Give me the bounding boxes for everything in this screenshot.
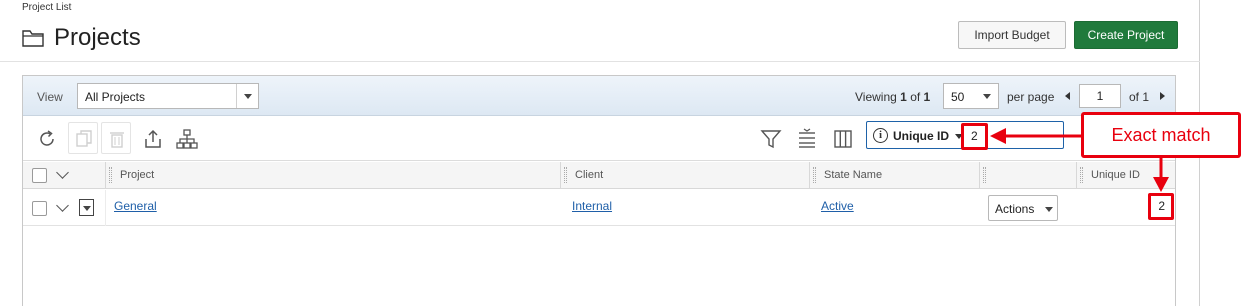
column-header-project[interactable]: Project — [105, 162, 560, 189]
columns-icon[interactable] — [831, 127, 855, 151]
chevron-down-icon[interactable] — [56, 199, 69, 212]
row-menu-button[interactable] — [79, 199, 94, 216]
filter-icon[interactable] — [759, 127, 783, 151]
folder-icon — [22, 30, 44, 47]
state-link[interactable]: Active — [821, 199, 854, 213]
row-divider — [105, 190, 106, 226]
view-select-arrow[interactable] — [236, 84, 258, 108]
per-page-label: per page — [1007, 90, 1055, 104]
next-page-icon[interactable] — [1160, 92, 1165, 100]
refresh-icon[interactable] — [35, 127, 59, 151]
column-header-client[interactable]: Client — [560, 162, 809, 189]
column-header-actions[interactable] — [979, 162, 1076, 189]
caret-down-icon — [83, 206, 91, 211]
filter-value-highlight — [961, 123, 988, 150]
breadcrumb[interactable]: Project List — [22, 2, 71, 13]
column-grip[interactable] — [564, 167, 567, 183]
table-row[interactable]: General Internal Active Actions 2 — [23, 190, 1175, 226]
column-header-unique-id-label: Unique ID — [1091, 169, 1140, 181]
view-select[interactable]: All Projects — [77, 83, 259, 109]
caret-down-icon — [1045, 207, 1053, 212]
unique-id-highlight — [1148, 193, 1174, 220]
page-number-input[interactable] — [1079, 84, 1121, 108]
header-divider — [0, 61, 1200, 62]
viewing-of: of — [910, 90, 921, 104]
page-title: Projects — [54, 24, 141, 51]
column-grip[interactable] — [813, 167, 816, 183]
column-header-state[interactable]: State Name — [809, 162, 979, 189]
column-list-icon[interactable] — [795, 127, 819, 151]
create-project-button[interactable]: Create Project — [1074, 21, 1178, 49]
annotation-callout: Exact match — [1081, 112, 1241, 158]
project-link[interactable]: General — [114, 199, 157, 213]
view-label: View — [37, 90, 63, 104]
projects-panel: View All Projects Viewing 1 of 1 50 per … — [22, 75, 1176, 306]
copy-icon — [76, 130, 92, 147]
viewing-summary: Viewing 1 of 1 — [855, 90, 930, 104]
column-grip[interactable] — [1080, 167, 1083, 183]
column-header-client-label: Client — [575, 169, 604, 181]
actions-button[interactable]: Actions — [988, 195, 1058, 221]
per-page-select[interactable]: 50 — [943, 83, 999, 109]
per-page-arrow[interactable] — [976, 84, 998, 108]
viewing-prefix: Viewing — [855, 90, 897, 104]
trash-icon — [110, 132, 124, 148]
column-grip[interactable] — [109, 167, 112, 183]
import-budget-button[interactable]: Import Budget — [958, 21, 1066, 49]
delete-button[interactable] — [101, 122, 131, 154]
export-icon[interactable] — [141, 127, 165, 151]
row-checkbox[interactable] — [32, 201, 47, 216]
chevron-down-icon[interactable] — [56, 166, 69, 179]
copy-button[interactable] — [68, 122, 98, 154]
annotation-label: Exact match — [1111, 125, 1211, 145]
hierarchy-icon[interactable] — [175, 127, 199, 151]
column-header-unique-id[interactable]: Unique ID — [1076, 162, 1175, 189]
column-grip[interactable] — [983, 167, 986, 183]
filter-field-name[interactable]: Unique ID — [893, 129, 949, 143]
page-count-label: of 1 — [1129, 90, 1150, 104]
grid-toolbar: i Unique ID 2 — [23, 117, 1175, 161]
viewing-total: 1 — [923, 90, 931, 104]
title-row: Projects — [22, 24, 141, 52]
column-header-state-label: State Name — [824, 169, 883, 181]
info-icon: i — [873, 128, 888, 143]
view-select-value: All Projects — [85, 90, 146, 104]
previous-page-icon[interactable] — [1065, 92, 1070, 100]
viewing-current: 1 — [900, 90, 907, 104]
view-bar: View All Projects Viewing 1 of 1 50 per … — [23, 76, 1175, 116]
client-link[interactable]: Internal — [572, 199, 612, 213]
grid-header: Project Client State Name Unique ID — [23, 162, 1175, 189]
caret-down-icon — [983, 94, 991, 99]
per-page-value: 50 — [951, 90, 965, 104]
select-all-checkbox[interactable] — [32, 168, 47, 183]
column-header-project-label: Project — [120, 169, 155, 181]
caret-down-icon — [244, 94, 252, 99]
actions-label: Actions — [995, 202, 1035, 216]
